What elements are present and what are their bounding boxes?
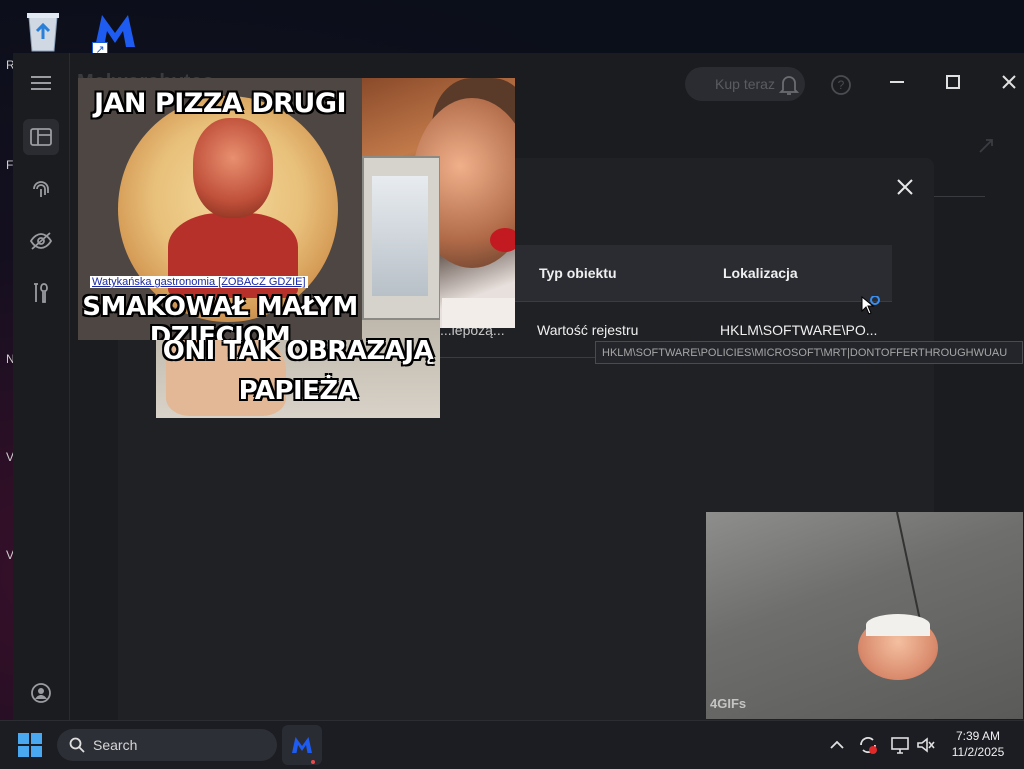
gif-hair: [866, 614, 930, 636]
dashboard-icon[interactable]: [23, 119, 59, 155]
photo-lips: [490, 228, 515, 252]
clock[interactable]: 7:39 AM 11/2/2025: [940, 728, 1016, 760]
sync-alert-icon[interactable]: [858, 735, 878, 755]
expand-icon[interactable]: [976, 136, 1000, 160]
maximize-button[interactable]: [933, 65, 973, 99]
crt-screen: [372, 176, 428, 296]
network-icon[interactable]: [890, 735, 910, 755]
pavement-crack: [896, 512, 923, 630]
volume-muted-icon[interactable]: [916, 735, 936, 755]
search-icon: [69, 737, 85, 753]
close-window-button[interactable]: [989, 65, 1024, 99]
account-icon[interactable]: [23, 675, 59, 711]
pizza-meme-overlay[interactable]: JAN PIZZA DRUGI Watykańska gastronomia […: [78, 78, 362, 340]
meme-caption-line2: PAPIEŻA: [238, 376, 358, 406]
windows-start-icon[interactable]: [18, 733, 42, 757]
crt-monitor: [362, 156, 440, 320]
photo-shirt: [442, 298, 515, 328]
busy-cursor-icon: [861, 295, 885, 323]
search-label: Search: [93, 737, 138, 753]
attention-dot: [311, 760, 315, 764]
location-tooltip: HKLM\SOFTWARE\POLICIES\MICROSOFT\MRT|DON…: [595, 341, 1023, 364]
fingerprint-icon[interactable]: [23, 171, 59, 207]
svg-text:?: ?: [838, 78, 845, 92]
taskbar: Search 7:39 AM 11/2/2025: [0, 720, 1024, 769]
column-header-location[interactable]: Lokalizacja: [723, 265, 798, 281]
help-icon[interactable]: ?: [829, 73, 853, 97]
menu-icon[interactable]: [23, 65, 59, 101]
cell-location: HKLM\SOFTWARE\PO...: [720, 322, 878, 338]
minimize-button[interactable]: [877, 65, 917, 99]
chevron-up-icon[interactable]: [827, 735, 847, 755]
gif-overlay[interactable]: 4GIFs: [706, 512, 1023, 719]
clock-date: 11/2/2025: [951, 745, 1005, 759]
taskbar-search[interactable]: Search: [57, 729, 277, 761]
clock-time: 7:39 AM: [955, 729, 1001, 743]
cell-type: Wartość rejestru: [537, 322, 639, 338]
gif-watermark: 4GIFs: [710, 696, 747, 711]
meme-caption-bottom: SMAKOWAŁ MAŁYM DZIECIOM: [82, 292, 358, 340]
portrait-image: [193, 118, 273, 218]
close-dialog-icon[interactable]: [890, 172, 920, 202]
meme-link[interactable]: Watykańska gastronomia [ZOBACZ GDZIE]: [90, 276, 308, 288]
malwarebytes-taskbar-icon[interactable]: [282, 725, 322, 765]
recycle-bin-icon[interactable]: [18, 8, 68, 54]
sidebar: [13, 53, 70, 720]
divider: [925, 196, 985, 197]
meme-caption-top: JAN PIZZA DRUGI: [93, 88, 347, 119]
column-header-type[interactable]: Typ obiektu: [539, 265, 617, 281]
meme-caption-line1: ONI TAK OBRAZAJĄ: [162, 336, 434, 366]
privacy-eye-icon[interactable]: [23, 223, 59, 259]
tools-icon[interactable]: [23, 275, 59, 311]
notifications-bell-icon[interactable]: [777, 73, 801, 97]
